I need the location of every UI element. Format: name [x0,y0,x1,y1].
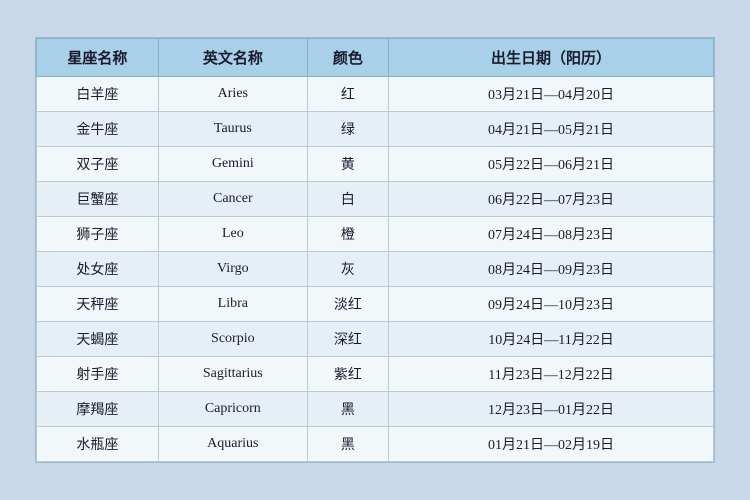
cell-date: 08月24日—09月23日 [389,252,714,287]
table-row: 白羊座Aries红03月21日—04月20日 [37,77,714,112]
cell-date: 03月21日—04月20日 [389,77,714,112]
cell-date: 01月21日—02月19日 [389,427,714,462]
cell-color: 紫红 [307,357,388,392]
table-row: 天秤座Libra淡红09月24日—10月23日 [37,287,714,322]
cell-date: 05月22日—06月21日 [389,147,714,182]
table-row: 金牛座Taurus绿04月21日—05月21日 [37,112,714,147]
cell-english: Aries [158,77,307,112]
cell-color: 黄 [307,147,388,182]
cell-english: Taurus [158,112,307,147]
cell-color: 橙 [307,217,388,252]
cell-english: Scorpio [158,322,307,357]
cell-color: 黑 [307,392,388,427]
cell-date: 11月23日—12月22日 [389,357,714,392]
table-row: 射手座Sagittarius紫红11月23日—12月22日 [37,357,714,392]
cell-date: 06月22日—07月23日 [389,182,714,217]
table-body: 白羊座Aries红03月21日—04月20日金牛座Taurus绿04月21日—0… [37,77,714,462]
table-row: 水瓶座Aquarius黑01月21日—02月19日 [37,427,714,462]
zodiac-table-container: 星座名称 英文名称 颜色 出生日期（阳历） 白羊座Aries红03月21日—04… [35,37,715,463]
cell-chinese: 白羊座 [37,77,159,112]
cell-date: 10月24日—11月22日 [389,322,714,357]
table-row: 狮子座Leo橙07月24日—08月23日 [37,217,714,252]
zodiac-table: 星座名称 英文名称 颜色 出生日期（阳历） 白羊座Aries红03月21日—04… [36,38,714,462]
header-chinese: 星座名称 [37,39,159,77]
cell-chinese: 双子座 [37,147,159,182]
cell-english: Gemini [158,147,307,182]
cell-chinese: 射手座 [37,357,159,392]
cell-date: 07月24日—08月23日 [389,217,714,252]
cell-english: Cancer [158,182,307,217]
cell-date: 09月24日—10月23日 [389,287,714,322]
cell-english: Libra [158,287,307,322]
cell-color: 红 [307,77,388,112]
table-header-row: 星座名称 英文名称 颜色 出生日期（阳历） [37,39,714,77]
cell-color: 灰 [307,252,388,287]
cell-chinese: 金牛座 [37,112,159,147]
header-color: 颜色 [307,39,388,77]
header-english: 英文名称 [158,39,307,77]
table-row: 双子座Gemini黄05月22日—06月21日 [37,147,714,182]
cell-color: 淡红 [307,287,388,322]
cell-english: Capricorn [158,392,307,427]
cell-english: Sagittarius [158,357,307,392]
cell-chinese: 天秤座 [37,287,159,322]
cell-color: 黑 [307,427,388,462]
cell-date: 12月23日—01月22日 [389,392,714,427]
table-row: 天蝎座Scorpio深红10月24日—11月22日 [37,322,714,357]
table-row: 巨蟹座Cancer白06月22日—07月23日 [37,182,714,217]
cell-date: 04月21日—05月21日 [389,112,714,147]
cell-color: 白 [307,182,388,217]
cell-chinese: 水瓶座 [37,427,159,462]
cell-chinese: 巨蟹座 [37,182,159,217]
cell-chinese: 摩羯座 [37,392,159,427]
cell-color: 深红 [307,322,388,357]
cell-chinese: 狮子座 [37,217,159,252]
table-row: 处女座Virgo灰08月24日—09月23日 [37,252,714,287]
cell-english: Virgo [158,252,307,287]
header-date: 出生日期（阳历） [389,39,714,77]
cell-english: Aquarius [158,427,307,462]
cell-color: 绿 [307,112,388,147]
cell-english: Leo [158,217,307,252]
cell-chinese: 天蝎座 [37,322,159,357]
cell-chinese: 处女座 [37,252,159,287]
table-row: 摩羯座Capricorn黑12月23日—01月22日 [37,392,714,427]
